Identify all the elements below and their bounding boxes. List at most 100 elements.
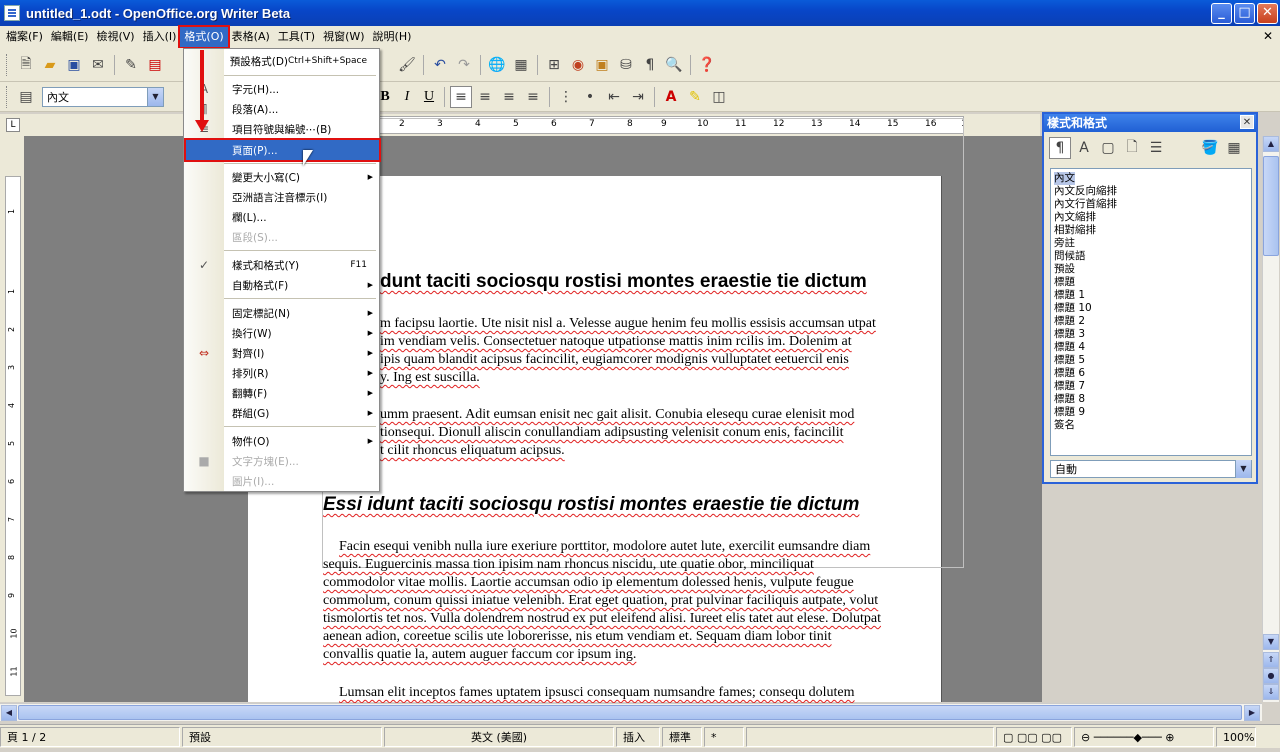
edit-file-icon[interactable]: ✎ xyxy=(120,54,142,76)
menu-item-object[interactable]: 物件(O) ▶ xyxy=(186,431,379,451)
save-icon[interactable]: ▣ xyxy=(63,54,85,76)
scroll-left-icon[interactable]: ◀ xyxy=(1,705,17,721)
help-icon[interactable]: ❓ xyxy=(696,54,718,76)
menu-item-picture[interactable]: 圖片(I)... xyxy=(186,471,379,491)
menu-item-change-case[interactable]: 變更大小寫(C) ▶ xyxy=(186,167,379,187)
scroll-thumb[interactable] xyxy=(1263,156,1279,256)
style-item[interactable]: 標題 2 xyxy=(1054,315,1248,328)
minimize-button[interactable]: _ xyxy=(1211,3,1232,24)
document-paragraph-2[interactable]: umm praesent. Adit eumsan enisit nec gai… xyxy=(380,406,960,460)
style-item[interactable]: 問候語 xyxy=(1054,250,1248,263)
tab-stop-icon[interactable]: L xyxy=(6,118,20,132)
view-layout-icons[interactable]: ▢ ▢▢ ▢▢ xyxy=(996,726,1072,747)
style-list[interactable]: 內文 內文反向縮排 內文行首縮排 內文縮排 相對縮排 旁註 問候語 預設 標題 … xyxy=(1050,168,1252,456)
highlight-icon[interactable]: ✎ xyxy=(684,86,706,108)
list-styles-icon[interactable]: ☰ xyxy=(1145,137,1167,159)
menu-insert[interactable]: 插入(I) xyxy=(139,27,181,47)
underline-button[interactable]: U xyxy=(418,86,440,108)
menu-item-sections[interactable]: 區段(S)... xyxy=(186,227,379,247)
menu-item-autoformat[interactable]: 自動格式(F) ▶ xyxy=(186,275,379,295)
menu-edit[interactable]: 編輯(E) xyxy=(47,27,93,47)
new-style-icon[interactable]: ▦ xyxy=(1223,137,1245,159)
document-paragraph-3[interactable]: Facin esequi venibh nulla iure exeriure … xyxy=(323,538,963,664)
data-sources-icon[interactable]: ⛁ xyxy=(615,54,637,76)
italic-button[interactable]: I xyxy=(396,86,418,108)
style-item[interactable]: 內文縮排 xyxy=(1054,211,1248,224)
document-paragraph-4[interactable]: Lumsan elit inceptos fames uptatem ipsus… xyxy=(339,684,963,702)
font-color-icon[interactable]: A xyxy=(660,86,682,108)
style-item[interactable]: 簽名 xyxy=(1054,419,1248,432)
menu-window[interactable]: 視窗(W) xyxy=(319,27,368,47)
menu-item-anchor[interactable]: 固定標記(N) ▶ xyxy=(186,303,379,323)
style-item[interactable]: 標題 xyxy=(1054,276,1248,289)
style-item[interactable]: 標題 7 xyxy=(1054,380,1248,393)
selection-mode-indicator[interactable]: 標準 xyxy=(662,726,702,747)
undo-icon[interactable]: ↶ xyxy=(429,54,451,76)
scroll-thumb[interactable] xyxy=(18,705,1242,720)
chevron-down-icon[interactable]: ▼ xyxy=(1235,460,1251,478)
document-heading-2[interactable]: Essi idunt taciti sociosqu rostisi monte… xyxy=(323,494,859,516)
zoom-slider[interactable]: ⊖ ──────◆─── ⊕ xyxy=(1074,726,1214,747)
bullets-icon[interactable]: • xyxy=(579,86,601,108)
zoom-level[interactable]: 100% xyxy=(1216,726,1256,747)
page-styles-icon[interactable]: 🗋 xyxy=(1121,137,1143,159)
menu-table[interactable]: 表格(A) xyxy=(228,27,274,47)
style-item[interactable]: 標題 1 xyxy=(1054,289,1248,302)
character-styles-icon[interactable]: A xyxy=(1073,137,1095,159)
document-paragraph-1[interactable]: m facipsu laortie. Ute nisit nisl a. Vel… xyxy=(380,315,960,387)
close-window-button[interactable]: ✕ xyxy=(1257,3,1278,24)
menu-item-wrap[interactable]: 換行(W) ▶ xyxy=(186,323,379,343)
previous-page-icon[interactable]: ⇑ xyxy=(1263,652,1279,668)
style-item[interactable]: 標題 9 xyxy=(1054,406,1248,419)
document-heading-1[interactable]: dunt taciti sociosqu rostisi montes erae… xyxy=(380,271,867,293)
open-folder-icon[interactable]: ▰ xyxy=(39,54,61,76)
menu-tools[interactable]: 工具(T) xyxy=(274,27,319,47)
chevron-down-icon[interactable]: ▼ xyxy=(147,87,163,106)
menu-item-columns[interactable]: 欄(L)... xyxy=(186,207,379,227)
menu-item-character[interactable]: A 字元(H)... xyxy=(186,79,379,99)
style-item[interactable]: 旁註 xyxy=(1054,237,1248,250)
scroll-right-icon[interactable]: ▶ xyxy=(1244,705,1260,721)
vertical-ruler-strip[interactable]: 1 1 2 3 4 5 6 7 8 9 10 11 xyxy=(5,176,21,696)
menu-item-flip[interactable]: 翻轉(F) ▶ xyxy=(186,383,379,403)
align-left-icon[interactable]: ≡ xyxy=(450,85,472,108)
navigation-icon[interactable]: ● xyxy=(1263,668,1279,684)
style-item[interactable]: 內文 xyxy=(1054,172,1075,185)
numbering-icon[interactable]: ⋮ xyxy=(555,86,577,108)
gallery-icon[interactable]: ▣ xyxy=(591,54,613,76)
format-paintbrush-icon[interactable]: 🖌 xyxy=(396,54,418,76)
paragraph-style-select[interactable]: 內文 ▼ xyxy=(42,86,164,107)
insert-mode-indicator[interactable]: 插入 xyxy=(616,726,660,747)
menu-item-bullets-numbering[interactable]: ≡ 項目符號與編號⋯(B) xyxy=(186,119,379,139)
align-right-icon[interactable]: ≡ xyxy=(498,86,520,108)
style-filter-select[interactable]: 自動 ▼ xyxy=(1050,460,1252,478)
menu-item-asian-phonetic[interactable]: 亞洲語言注音標示(I) xyxy=(186,187,379,207)
decrease-indent-icon[interactable]: ⇤ xyxy=(603,86,625,108)
style-item[interactable]: 預設 xyxy=(1054,263,1248,276)
menu-item-default-formatting[interactable]: 預設格式(D) Ctrl+Shift+Space xyxy=(186,51,379,71)
justify-icon[interactable]: ≡ xyxy=(522,86,544,108)
export-pdf-icon[interactable]: ▤ xyxy=(144,54,166,76)
close-document-icon[interactable]: ✕ xyxy=(1260,28,1276,44)
new-document-icon[interactable]: 🗎 xyxy=(15,54,37,76)
language-indicator[interactable]: 英文 (美國) xyxy=(384,726,614,747)
toolbar-grip[interactable] xyxy=(6,85,10,108)
style-item[interactable]: 標題 4 xyxy=(1054,341,1248,354)
email-icon[interactable]: ✉ xyxy=(87,54,109,76)
styles-formatting-icon[interactable]: ▤ xyxy=(15,86,37,108)
vertical-scrollbar[interactable]: ▲ ▼ ⇑ ● ⇓ xyxy=(1262,136,1279,702)
menu-item-styles-formatting[interactable]: ✓ 樣式和格式(Y) F11 xyxy=(186,255,379,275)
style-item[interactable]: 標題 6 xyxy=(1054,367,1248,380)
style-item[interactable]: 標題 10 xyxy=(1054,302,1248,315)
find-replace-icon[interactable]: ⊞ xyxy=(543,54,565,76)
menu-format[interactable]: 格式(O) xyxy=(178,25,230,49)
background-color-icon[interactable]: ◫ xyxy=(708,86,730,108)
redo-icon[interactable]: ↷ xyxy=(453,54,475,76)
align-center-icon[interactable]: ≡ xyxy=(474,86,496,108)
menu-item-page[interactable]: 頁面(P)... xyxy=(184,138,381,162)
menu-file[interactable]: 檔案(F) xyxy=(2,27,47,47)
style-item[interactable]: 內文反向縮排 xyxy=(1054,185,1248,198)
writer-app-icon[interactable] xyxy=(4,5,20,21)
scroll-down-icon[interactable]: ▼ xyxy=(1263,634,1279,650)
menu-help[interactable]: 說明(H) xyxy=(369,27,416,47)
